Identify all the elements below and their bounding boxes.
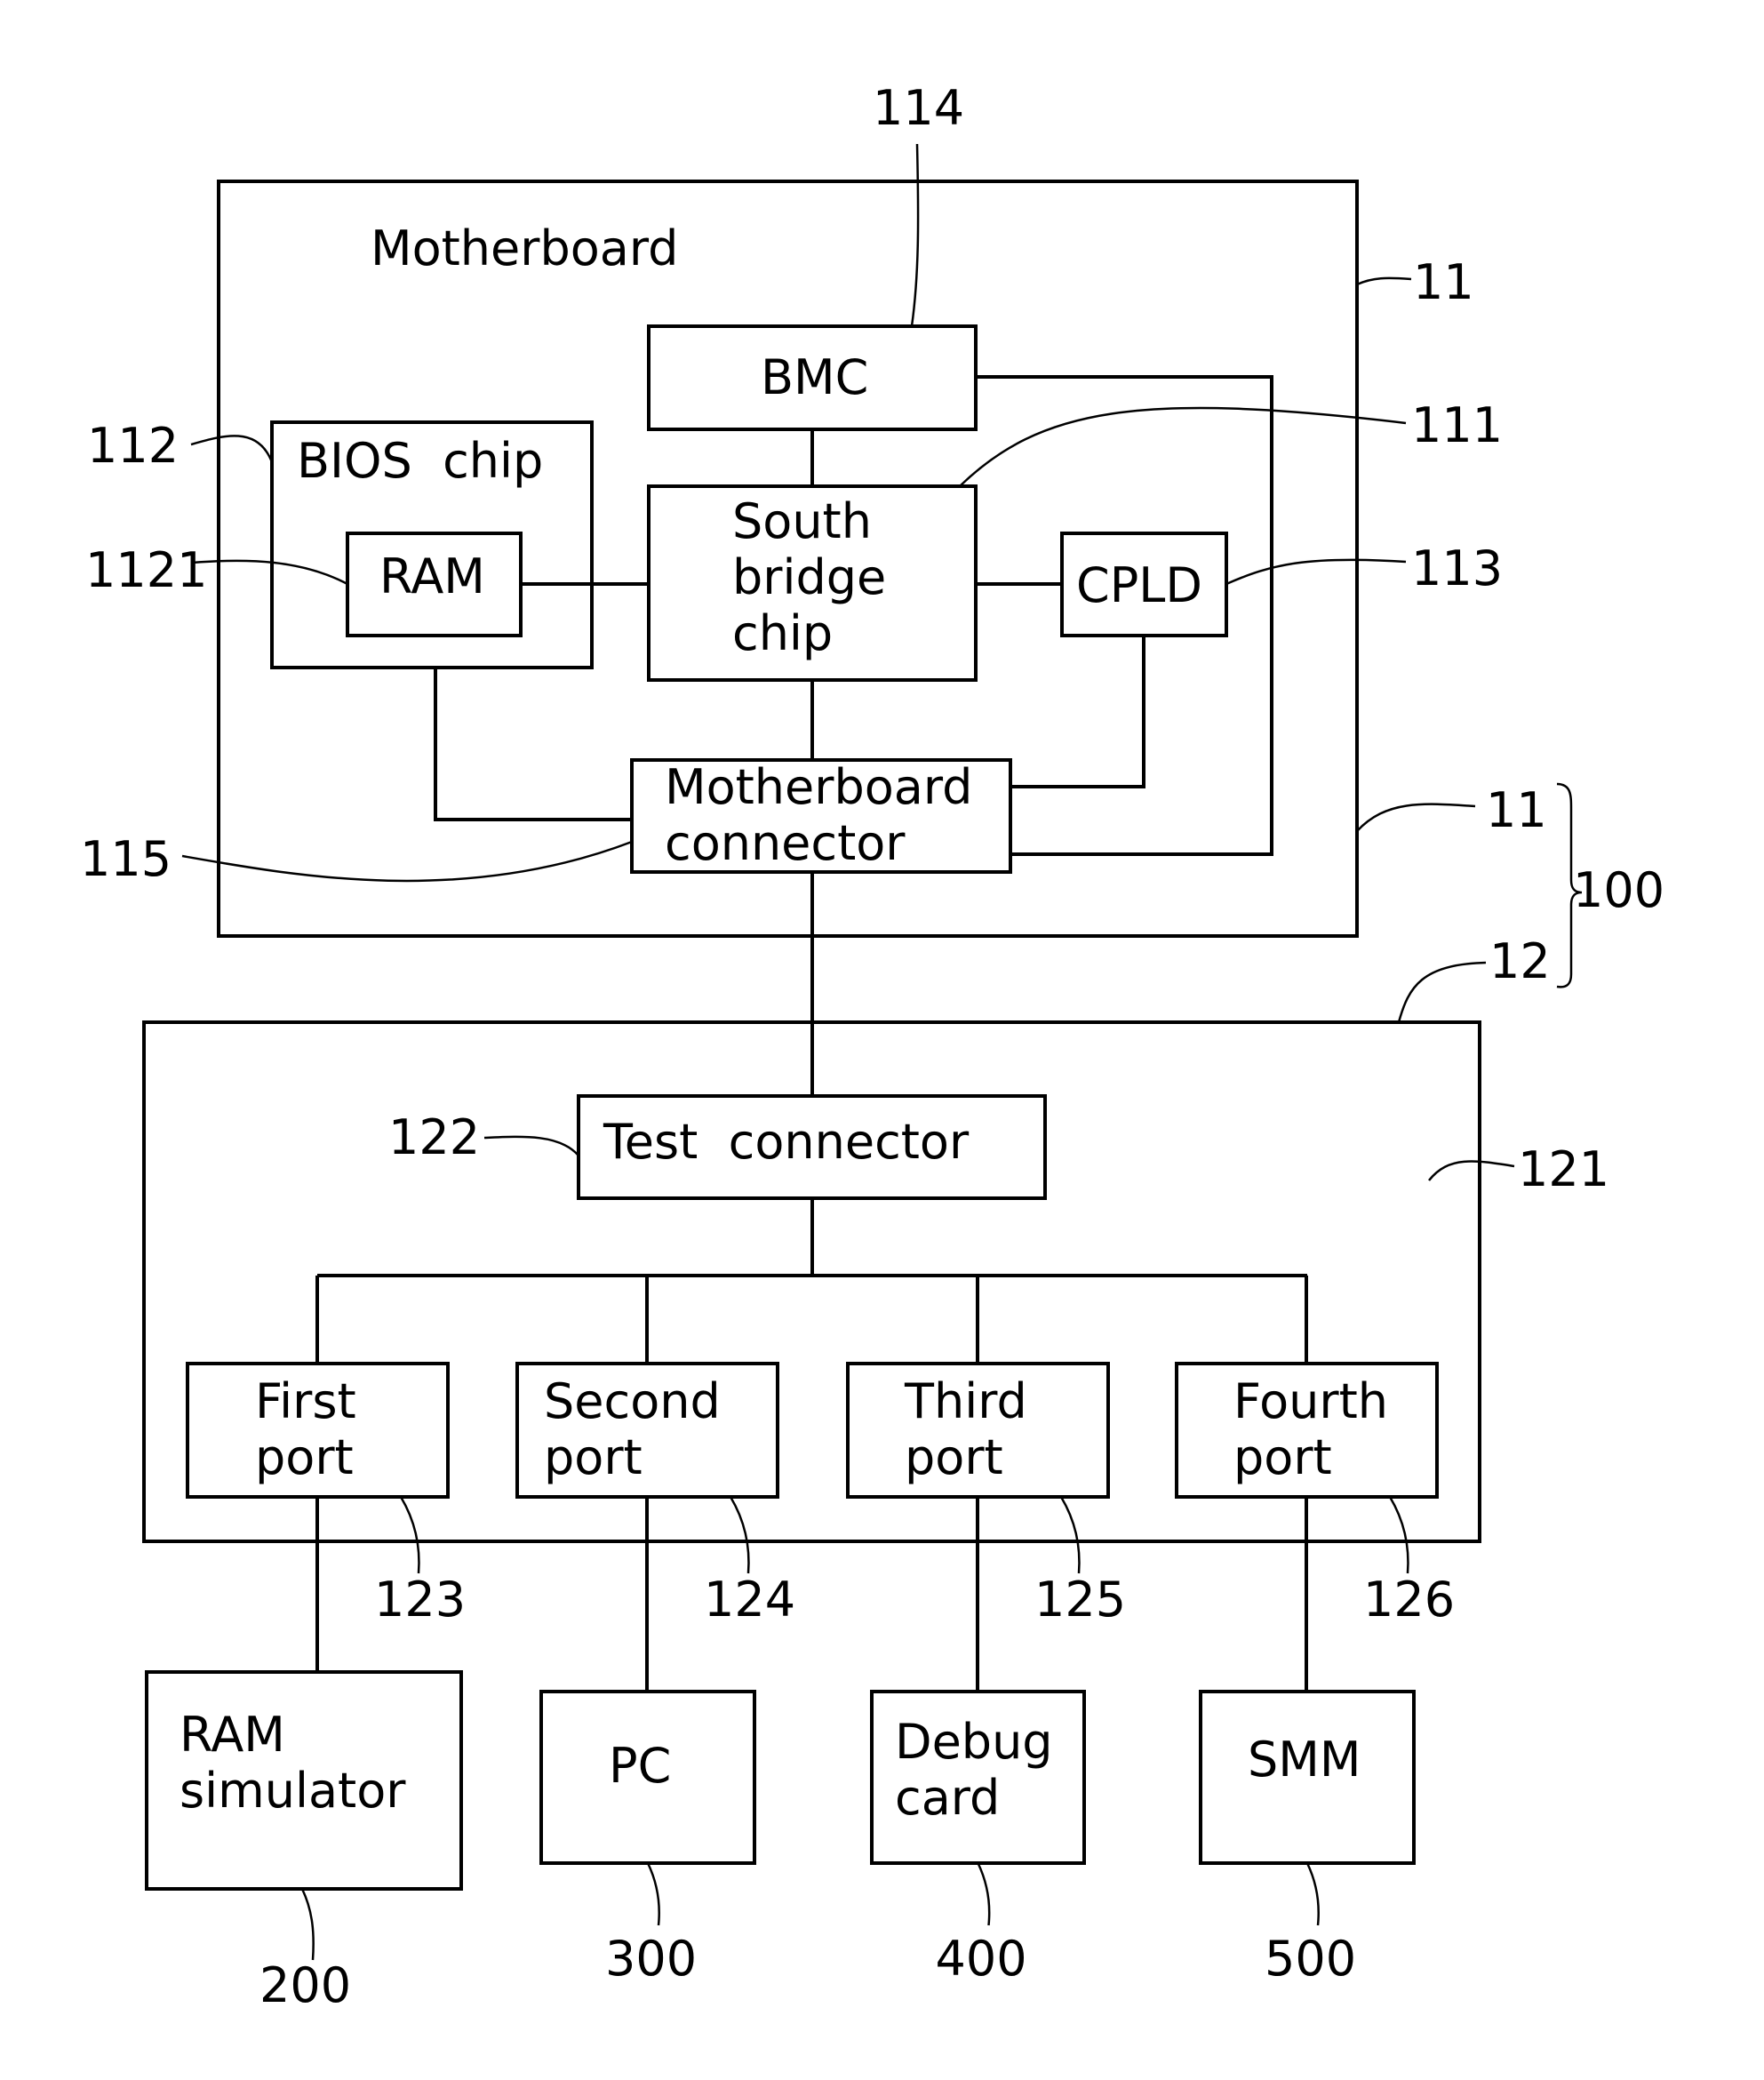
bios-chip-label: BIOS chip	[297, 433, 543, 489]
test-connector-label: Test connector	[603, 1114, 970, 1170]
ref-400: 400	[936, 1931, 1027, 1987]
leader-125	[1059, 1496, 1081, 1574]
ref-122: 122	[388, 1109, 480, 1165]
ref-123: 123	[374, 1572, 466, 1628]
leader-114	[910, 143, 920, 327]
port-2-label-line1: Second	[544, 1373, 721, 1429]
port-1-label-line1: First	[255, 1373, 356, 1429]
ref-200: 200	[259, 1957, 351, 2013]
ref-11-top: 11	[1413, 254, 1474, 310]
south-bridge-line1: South	[732, 493, 872, 549]
cpld-label: CPLD	[1076, 557, 1202, 613]
ref-300: 300	[605, 1931, 697, 1987]
ref-126: 126	[1363, 1572, 1455, 1628]
ref-113: 113	[1411, 540, 1503, 596]
ref-114: 114	[873, 80, 964, 136]
ref-115: 115	[80, 831, 172, 887]
wire-bios-connector	[434, 668, 632, 821]
leader-112	[190, 435, 274, 463]
device-200-label-line1: RAM	[180, 1707, 285, 1763]
leader-126	[1388, 1496, 1409, 1574]
leader-124	[729, 1496, 750, 1574]
ref-121: 121	[1518, 1141, 1609, 1197]
ref-500: 500	[1265, 1931, 1356, 1987]
motherboard-connector-line2: connector	[665, 815, 906, 871]
leader-121	[1428, 1160, 1515, 1181]
port-4-label-line1: Fourth	[1233, 1373, 1388, 1429]
wire-cpld-connector	[1010, 636, 1145, 788]
ref-12: 12	[1489, 933, 1551, 989]
port-1-label-line2: port	[255, 1429, 354, 1485]
ref-112: 112	[87, 418, 179, 474]
leader-500	[1305, 1862, 1320, 1926]
leader-123	[399, 1496, 420, 1574]
leader-111	[959, 406, 1407, 487]
device-300-label-line1: PC	[609, 1738, 671, 1794]
device-200-label-line2: simulator	[180, 1763, 406, 1819]
motherboard-title: Motherboard	[371, 220, 678, 276]
south-bridge-line3: chip	[732, 605, 833, 661]
device-400-label-line1: Debug	[895, 1714, 1053, 1770]
ref-11-mid: 11	[1486, 782, 1547, 838]
ref-1121: 1121	[85, 542, 207, 598]
bmc-label: BMC	[761, 349, 868, 405]
leader-12	[1397, 961, 1487, 1023]
leader-200	[300, 1888, 315, 1961]
leader-11-top	[1356, 276, 1412, 286]
ref-111: 111	[1411, 397, 1503, 453]
leader-122	[483, 1135, 579, 1156]
leader-1121	[191, 559, 348, 586]
block-diagram: Motherboard BMC BIOS chip RAM South brid…	[80, 80, 1664, 2013]
ram-label: RAM	[379, 548, 485, 604]
port-3-label-line1: Third	[904, 1373, 1027, 1429]
leader-115	[181, 840, 633, 883]
device-400-label-line2: card	[895, 1770, 1000, 1826]
device-500-label-line1: SMM	[1248, 1732, 1361, 1788]
port-3-label-line2: port	[905, 1429, 1003, 1485]
leader-400	[977, 1862, 991, 1926]
south-bridge-line2: bridge	[732, 549, 886, 605]
leader-113	[1225, 558, 1407, 586]
ref-125: 125	[1034, 1572, 1126, 1628]
ports-layer: Firstport123Secondport124Thirdport125Fou…	[145, 1276, 1455, 2013]
port-2-label-line2: port	[544, 1429, 643, 1485]
port-4-label-line2: port	[1233, 1429, 1332, 1485]
leader-300	[646, 1862, 660, 1926]
motherboard-connector-line1: Motherboard	[665, 759, 972, 815]
ref-124: 124	[704, 1572, 795, 1628]
ref-100: 100	[1573, 862, 1664, 918]
leader-11-mid	[1356, 803, 1476, 832]
